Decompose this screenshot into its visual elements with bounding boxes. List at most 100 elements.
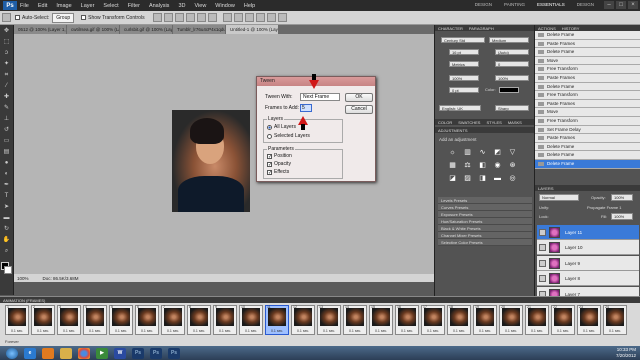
layer-row[interactable]: Layer 10: [537, 240, 639, 256]
photoshop-icon-2[interactable]: Ps: [150, 347, 162, 359]
tab-adjustments[interactable]: ADJUSTMENTS: [438, 128, 468, 133]
clone-stamp-icon[interactable]: ⊥: [2, 115, 12, 124]
preset-hue-saturation[interactable]: Hue/Saturation Presets: [438, 218, 532, 225]
auto-select-checkbox[interactable]: [15, 15, 20, 20]
animation-panel-header[interactable]: ANIMATION (FRAMES): [0, 297, 640, 303]
brightness-icon[interactable]: ☼: [448, 148, 457, 157]
menu-image[interactable]: Image: [56, 3, 71, 9]
hue-saturation-icon[interactable]: ▦: [448, 161, 457, 170]
vibrance-icon[interactable]: ▽: [508, 148, 517, 157]
3d-rotate-icon[interactable]: ↻: [2, 225, 12, 234]
frame-delay[interactable]: 0.1 sec.: [401, 329, 413, 333]
menu-3d[interactable]: 3D: [178, 3, 185, 9]
animation-frame[interactable]: 9 0.1 sec.: [213, 305, 237, 335]
menu-layer[interactable]: Layer: [81, 3, 95, 9]
align-middle-icon[interactable]: [163, 13, 173, 22]
align-left-icon[interactable]: [185, 13, 195, 22]
channel-mixer-icon[interactable]: ⊛: [508, 161, 517, 170]
animation-frame[interactable]: 3 0.1 sec.: [57, 305, 81, 335]
history-item[interactable]: Delete Frame: [535, 31, 640, 40]
layer-opacity-field[interactable]: 100%: [611, 194, 633, 201]
frame-delay[interactable]: 0.1 sec.: [89, 329, 101, 333]
animation-frame[interactable]: 10 0.1 sec.: [239, 305, 263, 335]
healing-brush-icon[interactable]: ✚: [2, 93, 12, 102]
distribute-right-icon[interactable]: [277, 13, 287, 22]
move-tool-icon[interactable]: ✥: [2, 27, 12, 36]
explorer-icon[interactable]: [60, 347, 72, 359]
levels-icon[interactable]: ▥: [463, 148, 472, 157]
crop-tool-icon[interactable]: ⌗: [2, 71, 12, 80]
effects-checkbox[interactable]: ✓ Effects: [267, 169, 289, 175]
menu-window[interactable]: Window: [215, 3, 235, 9]
invert-icon[interactable]: ◪: [448, 174, 457, 183]
preset-selective-color[interactable]: Selective Color Presets: [438, 239, 532, 246]
tab-history[interactable]: HISTORY: [562, 26, 580, 31]
layer-row[interactable]: Layer 11: [537, 225, 639, 240]
lasso-tool-icon[interactable]: ↄ: [2, 49, 12, 58]
frame-delay[interactable]: 0.1 sec.: [193, 329, 205, 333]
tab-styles[interactable]: STYLES: [486, 120, 501, 125]
zoom-tool-icon[interactable]: ⌕: [2, 247, 12, 256]
blur-tool-icon[interactable]: ●: [2, 159, 12, 168]
animation-frame[interactable]: 15 0.1 sec.: [369, 305, 393, 335]
tab-paragraph[interactable]: PARAGRAPH: [469, 26, 494, 31]
animation-frame[interactable]: 8 0.1 sec.: [187, 305, 211, 335]
gradient-tool-icon[interactable]: ▤: [2, 148, 12, 157]
baseline-field[interactable]: 0 pt: [449, 87, 479, 93]
photo-filter-icon[interactable]: ◉: [493, 161, 502, 170]
animation-frame[interactable]: 7 0.1 sec.: [161, 305, 185, 335]
eye-icon[interactable]: [539, 244, 546, 252]
menu-select[interactable]: Select: [103, 3, 118, 9]
curves-icon[interactable]: ∿: [478, 148, 487, 157]
type-tool-icon[interactable]: T: [2, 192, 12, 201]
workspace-design-2[interactable]: DESIGN: [575, 1, 596, 9]
menu-help[interactable]: Help: [244, 3, 255, 9]
animation-frame[interactable]: 13 0.1 sec.: [317, 305, 341, 335]
animation-frame[interactable]: 20 0.1 sec.: [499, 305, 523, 335]
frame-delay[interactable]: 0.1 sec.: [557, 329, 569, 333]
align-bottom-icon[interactable]: [174, 13, 184, 22]
brush-tool-icon[interactable]: ✎: [2, 104, 12, 113]
frame-delay[interactable]: 0.1 sec.: [349, 329, 361, 333]
zoom-level[interactable]: 100%: [17, 276, 29, 281]
chrome-icon[interactable]: [78, 347, 90, 359]
language-field[interactable]: English: UK: [439, 105, 481, 111]
minimize-icon[interactable]: –: [604, 1, 614, 9]
frame-delay[interactable]: 0.1 sec.: [453, 329, 465, 333]
frame-delay[interactable]: 0.1 sec.: [479, 329, 491, 333]
animation-frame[interactable]: 2 0.1 sec.: [31, 305, 55, 335]
tab-doc-2[interactable]: cwtilrsea.gif @ 100% (Layer 1, RGB/8): [67, 25, 119, 34]
pen-tool-icon[interactable]: ✒: [2, 181, 12, 190]
opacity-checkbox[interactable]: ✓ Opacity: [267, 161, 291, 167]
history-item[interactable]: Move: [535, 108, 640, 117]
history-brush-icon[interactable]: ↺: [2, 126, 12, 135]
threshold-icon[interactable]: ◨: [478, 174, 487, 183]
gradient-map-icon[interactable]: ▬: [493, 174, 502, 183]
tab-doc-active[interactable]: Untitled-1 @ 100% (Layer 11, RGB/8): [226, 25, 278, 34]
history-item[interactable]: Free Transform: [535, 65, 640, 74]
animation-frame[interactable]: 23 0.1 sec.: [577, 305, 601, 335]
vertical-scale-field[interactable]: 100%: [449, 75, 479, 81]
marquee-tool-icon[interactable]: ⬚: [2, 38, 12, 47]
distribute-top-icon[interactable]: [222, 13, 232, 22]
tween-with-dropdown[interactable]: Next Frame: [300, 93, 340, 101]
dodge-tool-icon[interactable]: ◐: [2, 170, 12, 179]
animation-frame[interactable]: 16 0.1 sec.: [395, 305, 419, 335]
selected-layers-radio[interactable]: Selected Layers: [267, 133, 310, 139]
show-transform-checkbox[interactable]: [81, 15, 87, 20]
frame-delay[interactable]: 0.1 sec.: [245, 329, 257, 333]
tab-color[interactable]: COLOR: [438, 120, 452, 125]
animation-frame[interactable]: 14 0.1 sec.: [343, 305, 367, 335]
layers-panel-header[interactable]: LAYERS: [535, 185, 640, 191]
font-style-field[interactable]: Medium: [489, 37, 529, 43]
menu-edit[interactable]: Edit: [38, 3, 47, 9]
frame-delay[interactable]: 0.1 sec.: [141, 329, 153, 333]
preset-channel-mixer[interactable]: Channel Mixer Presets: [438, 232, 532, 239]
layer-name[interactable]: Layer 8: [565, 276, 580, 281]
frame-delay[interactable]: 0.1 sec.: [167, 329, 179, 333]
leading-field[interactable]: (Auto): [495, 49, 529, 55]
horizontal-scale-field[interactable]: 100%: [495, 75, 529, 81]
position-checkbox[interactable]: ✓ Position: [267, 153, 292, 159]
maximize-icon[interactable]: □: [616, 1, 626, 9]
history-item[interactable]: Set Frame Delay: [535, 125, 640, 135]
